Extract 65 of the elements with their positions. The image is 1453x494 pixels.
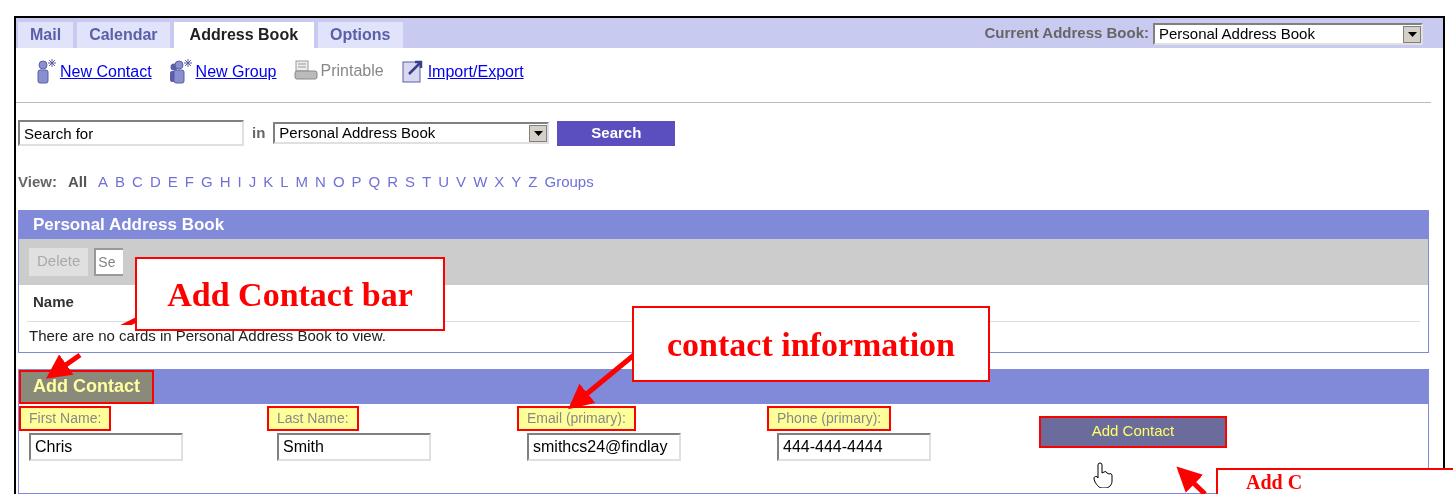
in-label: in <box>252 122 266 143</box>
letter-filter-link[interactable]: Z <box>528 171 538 194</box>
letter-filter-link[interactable]: H <box>219 171 231 194</box>
address-book-dropdown[interactable]: Personal Address Book <box>1153 23 1423 45</box>
field-label: First Name: <box>19 405 112 431</box>
letter-filter-link[interactable]: E <box>167 171 178 194</box>
letter-filter-link[interactable]: R <box>387 171 399 194</box>
panel-header: Add Contact <box>19 369 154 404</box>
tab[interactable]: Calendar <box>77 22 170 48</box>
tab[interactable]: Mail <box>18 22 74 48</box>
people-icon <box>167 58 194 84</box>
scope-dropdown[interactable]: Personal Address Book <box>273 122 550 144</box>
letter-filter-link[interactable]: C <box>132 171 143 194</box>
callout-text: Add Contact bar <box>167 274 413 315</box>
field-label: Current Address Book: <box>984 22 1149 43</box>
tab[interactable]: Address Book <box>173 22 315 48</box>
search-button[interactable]: Search <box>557 120 676 146</box>
letter-filter-link[interactable]: X <box>494 171 505 194</box>
letter-filter-link[interactable]: L <box>280 171 289 194</box>
text-field[interactable]: Chris <box>29 432 183 461</box>
search-field[interactable]: Search for <box>18 120 244 146</box>
filter-field[interactable]: Se <box>94 247 124 276</box>
toolbar-link[interactable]: New Contact <box>60 60 152 84</box>
letter-filter-link[interactable]: Groups <box>544 171 594 194</box>
letter-filter-link[interactable]: T <box>422 171 432 194</box>
column-header: Name <box>33 292 74 313</box>
letter-filter-link[interactable]: K <box>263 171 274 194</box>
tab[interactable]: Options <box>318 22 403 48</box>
field-label: Last Name: <box>267 405 359 431</box>
printer-icon <box>292 59 319 83</box>
letter-filter-link[interactable]: All <box>67 171 88 194</box>
text-field[interactable]: 444-444-4444 <box>777 432 931 461</box>
toolbar-link[interactable]: Import/Export <box>427 60 524 84</box>
letter-filter-link[interactable]: P <box>351 171 362 194</box>
letter-filter-link[interactable]: I <box>237 171 242 194</box>
letter-filter-link[interactable]: F <box>184 171 194 194</box>
letter-filter-link[interactable]: A <box>98 171 109 194</box>
text-field[interactable]: smithcs24@findlay <box>527 432 681 461</box>
letter-filter-link[interactable]: Y <box>511 171 522 194</box>
letter-filter-link[interactable]: M <box>295 171 309 194</box>
letter-filter-link[interactable]: J <box>248 171 257 194</box>
letter-filter-link[interactable]: B <box>115 171 126 194</box>
callout-text: contact information <box>667 324 955 365</box>
callout-text: Add C <box>1246 470 1303 494</box>
letter-filter-link[interactable]: S <box>405 171 416 194</box>
toolbar-link[interactable]: New Group <box>195 60 277 84</box>
caret-icon <box>529 124 548 142</box>
field-label: Email (primary): <box>517 405 636 431</box>
letter-filter-link[interactable]: G <box>201 171 213 194</box>
letter-filter-link[interactable]: D <box>149 171 161 194</box>
field-label: Phone (primary): <box>767 405 892 431</box>
hand-cursor-icon <box>1092 462 1114 488</box>
letter-filter-link[interactable]: U <box>438 171 450 194</box>
arrow <box>1176 466 1207 494</box>
text-field[interactable]: Smith <box>277 432 431 461</box>
add-contact-button[interactable]: Add Contact <box>1039 415 1227 448</box>
letter-filter-link[interactable]: Q <box>368 171 381 194</box>
caret-icon <box>1403 25 1421 43</box>
arrow <box>45 352 82 379</box>
letter-filter-link[interactable]: O <box>332 171 345 194</box>
letter-filter-link[interactable]: W <box>473 171 488 194</box>
panel-header: Personal Address Book <box>19 210 1428 239</box>
view-label: View: <box>18 172 57 192</box>
letter-filter-link[interactable]: V <box>456 171 467 194</box>
letter-filter-link[interactable]: N <box>315 171 326 194</box>
